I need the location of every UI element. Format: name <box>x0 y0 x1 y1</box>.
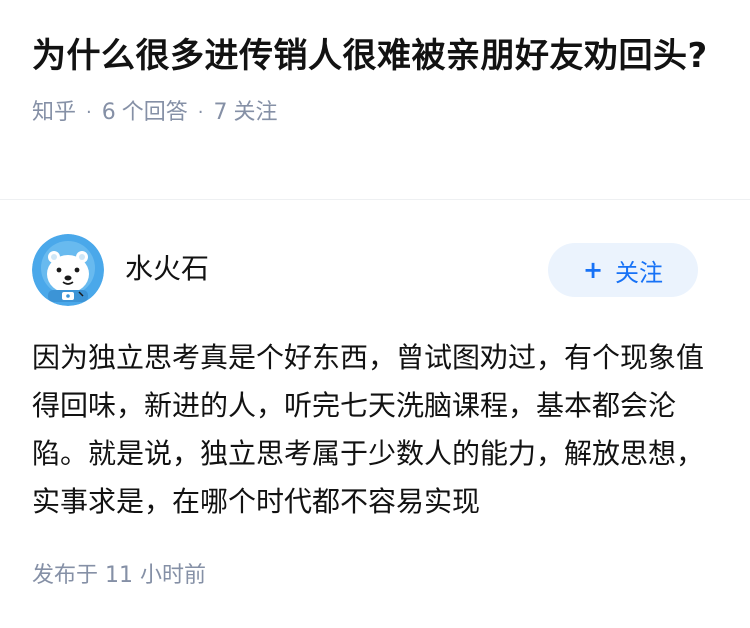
avatar[interactable] <box>32 234 104 306</box>
follow-button[interactable]: + 关注 <box>548 243 698 297</box>
author-name[interactable]: 水火石 <box>125 252 209 286</box>
question-title[interactable]: 为什么很多进传销人很难被亲朋好友劝回头? <box>32 30 712 82</box>
meta-separator-dot: · <box>86 102 92 123</box>
follow-button-label: 关注 <box>615 258 664 287</box>
answer-count-label: 个回答 <box>121 100 188 125</box>
answer-content[interactable]: 因为独立思考真是个好东西，曾试图劝过，有个现象值得回味，新进的人，听完七天洗脑课… <box>32 334 712 526</box>
author-row: 水火石 + 关注 <box>0 234 698 306</box>
question-meta: 知乎 · 6 个回答 · 7 关注 <box>32 98 718 128</box>
answer-card: 水火石 + 关注 因为独立思考真是个好东西，曾试图劝过，有个现象值得回味，新进的… <box>0 201 750 628</box>
polar-bear-astronaut-avatar-icon <box>32 234 104 306</box>
meta-separator-dot: · <box>197 102 204 123</box>
source-label[interactable]: 知乎 <box>32 98 76 128</box>
follow-count-label: 关注 <box>233 100 278 125</box>
publish-time: 发布于 11 小时前 <box>32 563 206 588</box>
plus-icon: + <box>582 256 604 284</box>
follow-count: 7 <box>213 100 228 125</box>
answer-count: 6 <box>101 100 116 125</box>
question-header: 为什么很多进传销人很难被亲朋好友劝回头? 知乎 · 6 个回答 · 7 关注 <box>0 0 750 200</box>
